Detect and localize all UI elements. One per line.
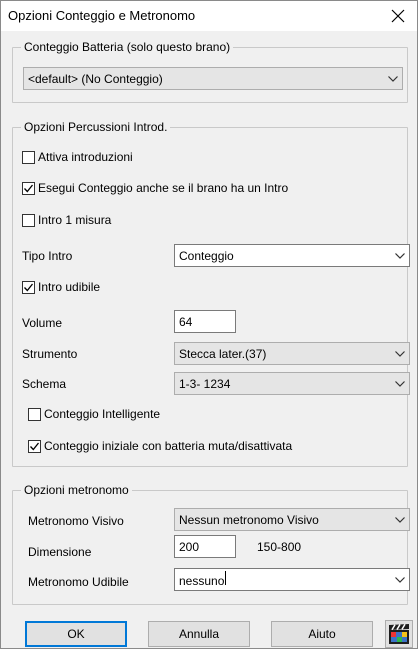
clapperboard-icon — [389, 623, 409, 644]
checkmark-icon — [24, 184, 34, 192]
count-muted-drums-checkbox[interactable]: Conteggio iniziale con batteria muta/dis… — [28, 437, 292, 455]
audible-metronome-input[interactable]: nessuno — [174, 568, 410, 591]
intro-one-bar-checkbox[interactable]: Intro 1 misura — [22, 211, 111, 229]
checkbox-unchecked — [22, 213, 35, 227]
clapperboard-button[interactable] — [385, 620, 413, 648]
size-range-hint: 150-800 — [257, 540, 302, 554]
visual-metronome-value: Nessun metronomo Visivo — [179, 512, 319, 527]
intro-one-bar-label: Intro 1 misura — [38, 213, 112, 227]
ok-button[interactable]: OK — [25, 621, 127, 647]
dialog-title: Opzioni Conteggio e Metronomo — [8, 8, 196, 23]
enable-intro-checkbox[interactable]: Attiva introduzioni — [22, 148, 133, 166]
pattern-value: 1-3- 1234 — [179, 376, 231, 391]
checkbox-checked — [28, 439, 41, 453]
volume-label: Volume — [22, 316, 63, 330]
volume-input[interactable]: 64 — [174, 310, 236, 333]
smart-count-label: Conteggio Intelligente — [44, 407, 161, 421]
checkbox-checked — [22, 181, 35, 195]
checkbox-checked — [22, 280, 35, 294]
close-button[interactable] — [387, 5, 409, 27]
size-label: Dimensione — [28, 545, 92, 559]
intro-type-label: Tipo Intro — [22, 249, 73, 263]
chevron-down-icon — [391, 343, 409, 364]
visual-metronome-select[interactable]: Nessun metronomo Visivo — [174, 508, 410, 531]
count-muted-drums-label: Conteggio iniziale con batteria muta/dis… — [44, 439, 293, 453]
cancel-button[interactable]: Annulla — [148, 621, 250, 647]
instrument-label: Strumento — [22, 347, 78, 361]
title-bar: Opzioni Conteggio e Metronomo — [1, 1, 417, 31]
intro-type-select[interactable]: Conteggio — [174, 244, 410, 267]
chevron-down-icon — [391, 373, 409, 394]
drum-count-select[interactable]: <default> (No Conteggio) — [23, 67, 403, 90]
count-metronome-dialog: Opzioni Conteggio e Metronomo Conteggio … — [0, 0, 418, 649]
intro-audible-checkbox[interactable]: Intro udibile — [22, 278, 100, 296]
pattern-label: Schema — [22, 377, 67, 391]
audible-metronome-value: nessuno — [179, 571, 391, 588]
checkmark-icon — [30, 442, 40, 450]
chevron-down-icon — [384, 68, 402, 89]
close-icon — [391, 9, 405, 23]
instrument-select[interactable]: Stecca later.(37) — [174, 342, 410, 365]
size-input[interactable]: 200 — [174, 535, 236, 558]
intro-options-legend: Opzioni Percussioni Introd. — [21, 120, 171, 134]
chevron-down-icon — [391, 245, 409, 266]
text-caret — [225, 571, 227, 585]
instrument-value: Stecca later.(37) — [179, 346, 267, 361]
audible-metronome-label: Metronomo Udibile — [28, 575, 129, 589]
visual-metronome-label: Metronomo Visivo — [28, 514, 124, 528]
pattern-select[interactable]: 1-3- 1234 — [174, 372, 410, 395]
help-button[interactable]: Aiuto — [271, 621, 373, 647]
drum-count-legend: Conteggio Batteria (solo questo brano) — [21, 40, 234, 54]
smart-count-checkbox[interactable]: Conteggio Intelligente — [28, 405, 160, 423]
checkbox-unchecked — [22, 150, 35, 164]
enable-intro-label: Attiva introduzioni — [38, 150, 133, 164]
intro-audible-label: Intro udibile — [38, 280, 101, 294]
drum-count-value: <default> (No Conteggio) — [28, 71, 163, 86]
intro-type-value: Conteggio — [179, 248, 234, 263]
metronome-options-legend: Opzioni metronomo — [21, 483, 132, 497]
checkbox-unchecked — [28, 407, 41, 421]
count-even-if-intro-label: Esegui Conteggio anche se il brano ha un… — [38, 181, 289, 195]
count-even-if-intro-checkbox[interactable]: Esegui Conteggio anche se il brano ha un… — [22, 179, 288, 197]
checkmark-icon — [24, 283, 34, 291]
chevron-down-icon — [391, 569, 409, 590]
chevron-down-icon — [391, 509, 409, 530]
